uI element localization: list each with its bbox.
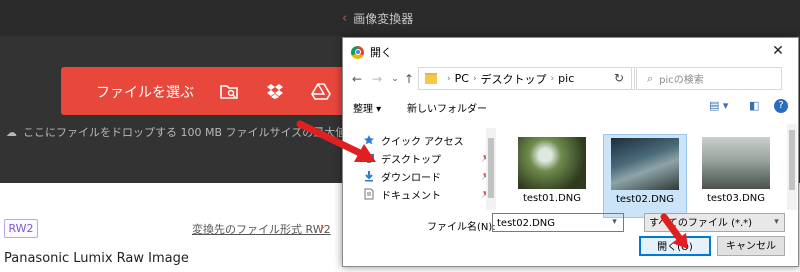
forward-icon[interactable]: → bbox=[369, 71, 385, 87]
format-link[interactable]: 変換先のファイル形式 RW2 bbox=[192, 221, 331, 237]
nav-item-documents[interactable]: ドキュメント 📌 bbox=[363, 186, 492, 202]
image-thumbnail bbox=[702, 137, 770, 189]
breadcrumb[interactable]: ‹ 画像変換器 bbox=[342, 9, 413, 27]
address-part[interactable]: デスクトップ bbox=[481, 71, 547, 87]
image-thumbnail bbox=[518, 137, 586, 189]
refresh-icon[interactable]: ↻ bbox=[607, 67, 632, 90]
dropbox-icon[interactable] bbox=[265, 81, 285, 101]
breadcrumb-label: 画像変換器 bbox=[353, 11, 414, 26]
search-box[interactable]: ⌕ picの検索 bbox=[636, 67, 782, 90]
image-thumbnail bbox=[611, 138, 679, 190]
file-item[interactable]: test03.DNG bbox=[695, 134, 777, 216]
chevron-down-icon[interactable]: ▾ bbox=[768, 213, 785, 232]
file-name: test02.DNG bbox=[615, 194, 675, 205]
choose-file-button[interactable]: ファイルを選ぶ bbox=[61, 67, 348, 115]
nav-item-downloads[interactable]: ダウンロード 📌 bbox=[363, 168, 492, 184]
nav-item-label: ドキュメント bbox=[381, 190, 441, 202]
files-scrollbar[interactable] bbox=[787, 124, 797, 210]
preview-pane-icon[interactable]: ◧ bbox=[749, 99, 759, 112]
folder-search-icon[interactable] bbox=[219, 81, 239, 101]
address-part[interactable]: PC bbox=[455, 72, 469, 85]
address-part[interactable]: pic bbox=[558, 72, 574, 85]
download-icon bbox=[363, 170, 375, 182]
address-bar[interactable]: › PC › デスクトップ › pic bbox=[418, 67, 635, 90]
file-item-selected[interactable]: test02.DNG bbox=[603, 134, 687, 218]
dialog-title-bar: 開く bbox=[351, 44, 392, 60]
nav-item-label: クイック アクセス bbox=[381, 136, 464, 148]
search-placeholder: picの検索 bbox=[659, 75, 704, 86]
nav-item-label: ダウンロード bbox=[381, 172, 441, 184]
document-icon bbox=[363, 188, 375, 200]
close-icon[interactable]: ✕ bbox=[766, 42, 790, 60]
file-item[interactable]: test01.DNG bbox=[511, 134, 593, 216]
chevron-down-icon[interactable]: ▾ bbox=[605, 213, 624, 232]
view-options-icon[interactable]: ▤ ▾ bbox=[709, 99, 728, 112]
dialog-title: 開く bbox=[370, 46, 392, 59]
file-name: test03.DNG bbox=[706, 193, 766, 204]
format-title: Panasonic Lumix Raw Image bbox=[4, 251, 189, 266]
nav-scrollbar[interactable] bbox=[486, 128, 496, 210]
red-arrow-icon bbox=[660, 213, 688, 249]
chrome-icon bbox=[351, 45, 364, 59]
file-name: test01.DNG bbox=[522, 193, 582, 204]
open-file-dialog: 開く ✕ ← → ⌄ ↑ › PC › デスクトップ › pic ↻ ⌕ pic… bbox=[342, 37, 799, 267]
choose-file-label: ファイルを選ぶ bbox=[96, 85, 194, 101]
cancel-button[interactable]: キャンセル bbox=[717, 236, 785, 256]
chevron-right-icon[interactable]: › bbox=[320, 220, 325, 234]
back-icon[interactable]: ← bbox=[349, 71, 365, 87]
up-icon[interactable]: ↑ bbox=[401, 71, 417, 87]
chevron-left-icon: ‹ bbox=[342, 10, 348, 26]
cloud-upload-icon: ☁ bbox=[6, 125, 17, 139]
organize-button[interactable]: 整理 ▾ bbox=[353, 100, 381, 115]
filename-label: ファイル名(N): bbox=[427, 222, 496, 233]
new-folder-button[interactable]: 新しいフォルダー bbox=[407, 100, 487, 115]
google-drive-icon[interactable] bbox=[311, 81, 331, 101]
folder-icon bbox=[425, 73, 437, 84]
format-badge: RW2 bbox=[4, 219, 38, 238]
search-icon: ⌕ bbox=[647, 71, 654, 85]
red-arrow-icon bbox=[296, 120, 376, 162]
help-icon[interactable]: ? bbox=[774, 99, 788, 113]
nav-item-label: デスクトップ bbox=[381, 154, 441, 166]
